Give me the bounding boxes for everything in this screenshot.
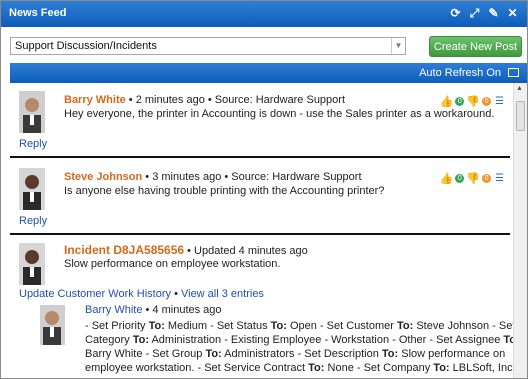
avatar (19, 243, 45, 285)
create-new-post-button[interactable]: Create New Post (429, 36, 522, 57)
post-author[interactable]: Steve Johnson (64, 171, 142, 183)
expand-icon[interactable]: ⤢ (468, 6, 481, 20)
thumbs-up-icon[interactable]: 👍 (440, 172, 454, 185)
mail-icon[interactable] (508, 68, 519, 77)
entry-line: Barry White - Set Group To: Administrato… (85, 348, 506, 360)
entry-line: - Set Priority To: Medium - Set Status T… (85, 320, 516, 332)
wrench-icon[interactable]: ✎ (487, 6, 500, 20)
entry-line: employee workstation. - Set Service Cont… (85, 362, 516, 374)
list-icon[interactable]: ☰ (495, 96, 504, 107)
dislikes-count: 0 (482, 97, 492, 106)
refresh-icon[interactable]: ⟳ (449, 6, 462, 20)
list-icon[interactable]: ☰ (495, 173, 504, 184)
thumbs-up-icon[interactable]: 👍 (440, 95, 454, 108)
entry-text: - Set Priority To: Medium - Set Status T… (85, 319, 520, 375)
toolbar: Support Discussion/Incidents ▼ Create Ne… (1, 27, 527, 61)
entry-author[interactable]: Barry White (85, 304, 142, 316)
post-message: Is anyone else having trouble printing w… (64, 185, 385, 197)
avatar (19, 91, 45, 133)
window-title: News Feed (9, 7, 67, 19)
post-message: Hey everyone, the printer in Accounting … (64, 108, 495, 120)
reply-link[interactable]: Reply (19, 215, 47, 227)
feed-select-value: Support Discussion/Incidents (15, 40, 157, 52)
avatar (19, 168, 45, 210)
auto-refresh-toggle[interactable]: Auto Refresh On (419, 67, 501, 79)
update-history-link[interactable]: Update Customer Work History (19, 288, 171, 300)
incident-message: Slow performance on employee workstation… (64, 258, 281, 270)
likes-count: 0 (455, 97, 465, 106)
entry-line: Category To: Administration - Existing E… (85, 334, 520, 346)
post-meta: • 3 minutes ago • Source: Hardware Suppo… (142, 171, 362, 183)
incident-post: Incident D8JA585656 • Updated 4 minutes … (10, 237, 520, 378)
incident-title[interactable]: Incident D8JA585656 (64, 243, 184, 257)
feed-subbar: Auto Refresh On (10, 63, 527, 83)
avatar (40, 305, 65, 345)
chevron-down-icon[interactable]: ▼ (391, 38, 405, 54)
post-meta: • 2 minutes ago • Source: Hardware Suppo… (125, 94, 346, 106)
scroll-up-icon[interactable]: ▲ (516, 85, 523, 92)
thumbs-down-icon[interactable]: 👎 (466, 95, 480, 108)
close-icon[interactable]: ✕ (506, 6, 519, 20)
news-feed-window: News Feed ⟳ ⤢ ✎ ✕ Support Discussion/Inc… (0, 0, 528, 379)
feed-post: Barry White • 2 minutes ago • Source: Ha… (10, 83, 510, 158)
scroll-thumb[interactable] (516, 101, 525, 131)
dislikes-count: 0 (482, 174, 492, 183)
post-actions: 👍 0 👎 0 ☰ (440, 172, 504, 185)
reply-link[interactable]: Reply (19, 138, 47, 150)
feed-list: Barry White • 2 minutes ago • Source: Ha… (10, 83, 527, 378)
post-author[interactable]: Barry White (64, 94, 126, 106)
entry-meta: • 4 minutes ago (142, 304, 222, 316)
feed-select[interactable]: Support Discussion/Incidents ▼ (10, 37, 406, 55)
incident-meta: • Updated 4 minutes ago (184, 245, 308, 257)
title-bar: News Feed ⟳ ⤢ ✎ ✕ (1, 1, 527, 27)
feed-post: Steve Johnson • 3 minutes ago • Source: … (10, 160, 510, 235)
likes-count: 0 (455, 174, 465, 183)
view-all-entries-link[interactable]: View all 3 entries (181, 288, 264, 300)
feed-scrollbar[interactable]: ▲ (513, 83, 527, 378)
post-actions: 👍 0 👎 0 ☰ (440, 95, 504, 108)
link-separator: • (171, 288, 181, 300)
thumbs-down-icon[interactable]: 👎 (466, 172, 480, 185)
